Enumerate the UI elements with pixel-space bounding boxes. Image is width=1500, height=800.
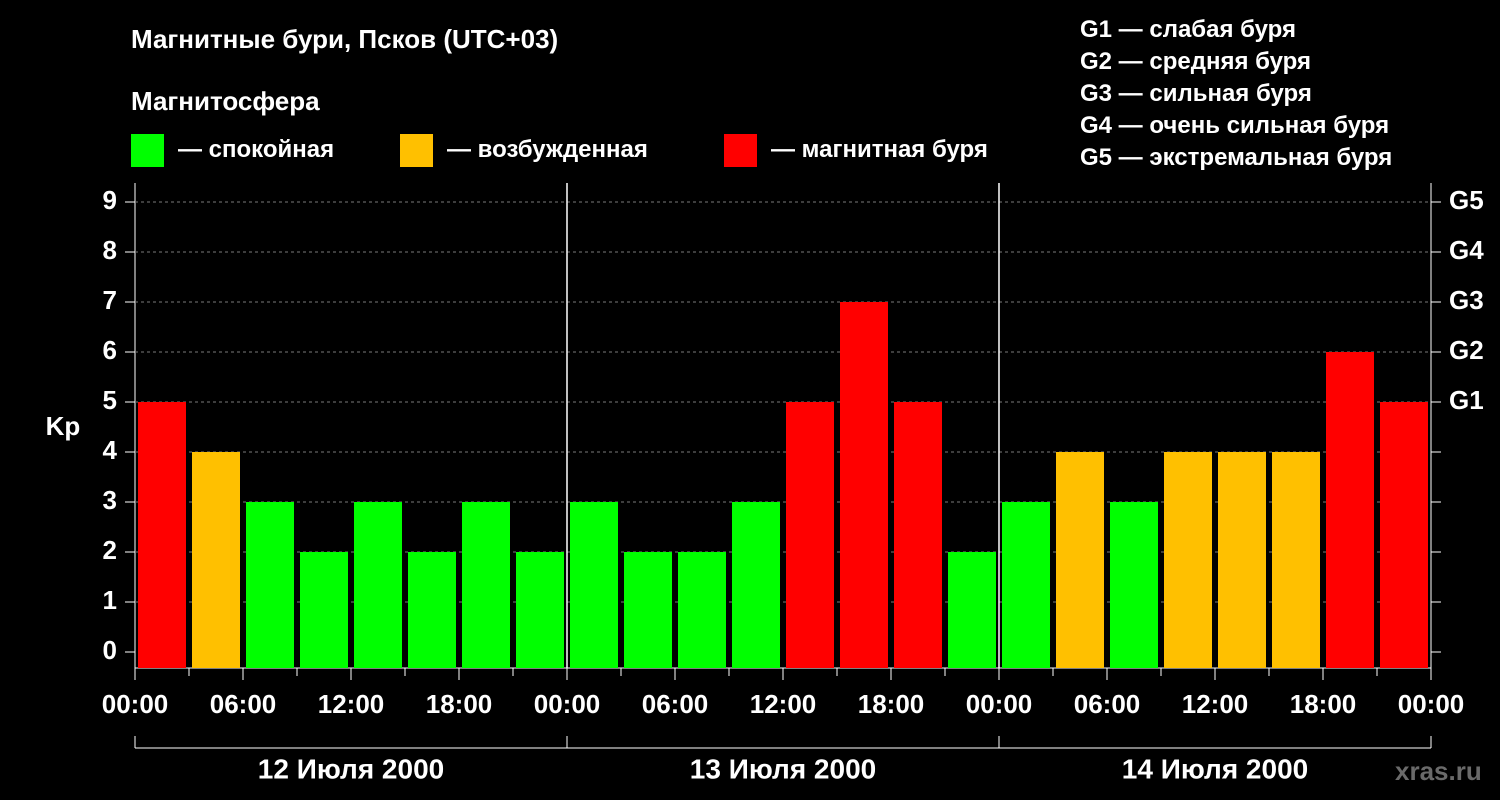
y-tick-label: 2 (103, 535, 117, 565)
x-tick-label: 00:00 (102, 689, 169, 719)
storm-scale-g2: G2 — средняя буря (1080, 48, 1311, 75)
y-tick-label: 3 (103, 485, 117, 515)
chart-title: Магнитные бури, Псков (UTC+03) (131, 24, 559, 54)
bar (1056, 452, 1104, 668)
x-tick-label: 18:00 (858, 689, 925, 719)
g-scale-label: G4 (1449, 235, 1484, 265)
x-tick-label: 12:00 (318, 689, 385, 719)
date-label: 13 Июля 2000 (690, 753, 876, 784)
bar (516, 552, 564, 668)
bar (1110, 502, 1158, 668)
bar (1326, 352, 1374, 668)
date-label: 14 Июля 2000 (1122, 753, 1308, 784)
bar (1272, 452, 1320, 668)
bar (732, 502, 780, 668)
x-tick-label: 06:00 (210, 689, 277, 719)
bar (354, 502, 402, 668)
y-tick-label: 4 (103, 435, 118, 465)
storm-scale-g1: G1 — слабая буря (1080, 16, 1297, 43)
bar (192, 452, 240, 668)
bar (246, 502, 294, 668)
y-tick-label: 5 (103, 385, 117, 415)
bar (840, 302, 888, 668)
bar (408, 552, 456, 668)
x-tick-label: 12:00 (750, 689, 817, 719)
storm-scale-g5: G5 — экстремальная буря (1080, 144, 1393, 171)
bar (894, 402, 942, 668)
bar (570, 502, 618, 668)
chart-subtitle: Магнитосфера (131, 86, 320, 116)
legend-label-active: — возбужденная (447, 136, 648, 163)
storm-scale-list: G1 — слабая буря G2 — средняя буря G3 — … (1080, 14, 1392, 174)
bar (462, 502, 510, 668)
bar (678, 552, 726, 668)
y-tick-label: 6 (103, 335, 117, 365)
y-tick-label: 9 (103, 185, 117, 215)
legend-item-active: — возбужденная (400, 133, 648, 167)
bar (300, 552, 348, 668)
x-tick-label: 18:00 (426, 689, 493, 719)
legend-label-quiet: — спокойная (178, 136, 335, 163)
bar (1218, 452, 1266, 668)
bar (624, 552, 672, 668)
watermark: xras.ru (1395, 756, 1482, 786)
g-scale-label: G2 (1449, 335, 1484, 365)
x-tick-label: 00:00 (534, 689, 601, 719)
bar (1380, 402, 1428, 668)
legend-label-storm: — магнитная буря (771, 136, 988, 163)
legend-swatch-storm (724, 133, 757, 167)
y-tick-label: 7 (103, 285, 117, 315)
x-tick-label: 18:00 (1290, 689, 1357, 719)
storm-scale-g3: G3 — сильная буря (1080, 80, 1312, 107)
x-tick-label: 00:00 (966, 689, 1033, 719)
y-tick-label: 0 (103, 635, 117, 665)
y-tick-label: 8 (103, 235, 117, 265)
x-tick-label: 12:00 (1182, 689, 1249, 719)
x-tick-label: 06:00 (1074, 689, 1141, 719)
g-scale-label: G5 (1449, 185, 1484, 215)
legend-swatch-quiet (131, 133, 164, 167)
g-scale-label: G1 (1449, 385, 1484, 415)
bar (786, 402, 834, 668)
y-tick-label: 1 (103, 585, 117, 615)
legend-swatch-active (400, 133, 433, 167)
bar (1164, 452, 1212, 668)
date-label: 12 Июля 2000 (258, 753, 444, 784)
legend-item-storm: — магнитная буря (724, 133, 988, 167)
bar (138, 402, 186, 668)
bar (1002, 502, 1050, 668)
x-tick-label: 00:00 (1398, 689, 1465, 719)
legend-item-quiet: — спокойная (131, 133, 335, 167)
y-axis-label: Kp (46, 411, 81, 441)
x-tick-label: 06:00 (642, 689, 709, 719)
g-scale-label: G3 (1449, 285, 1484, 315)
storm-scale-g4: G4 — очень сильная буря (1080, 112, 1390, 139)
bar (948, 552, 996, 668)
